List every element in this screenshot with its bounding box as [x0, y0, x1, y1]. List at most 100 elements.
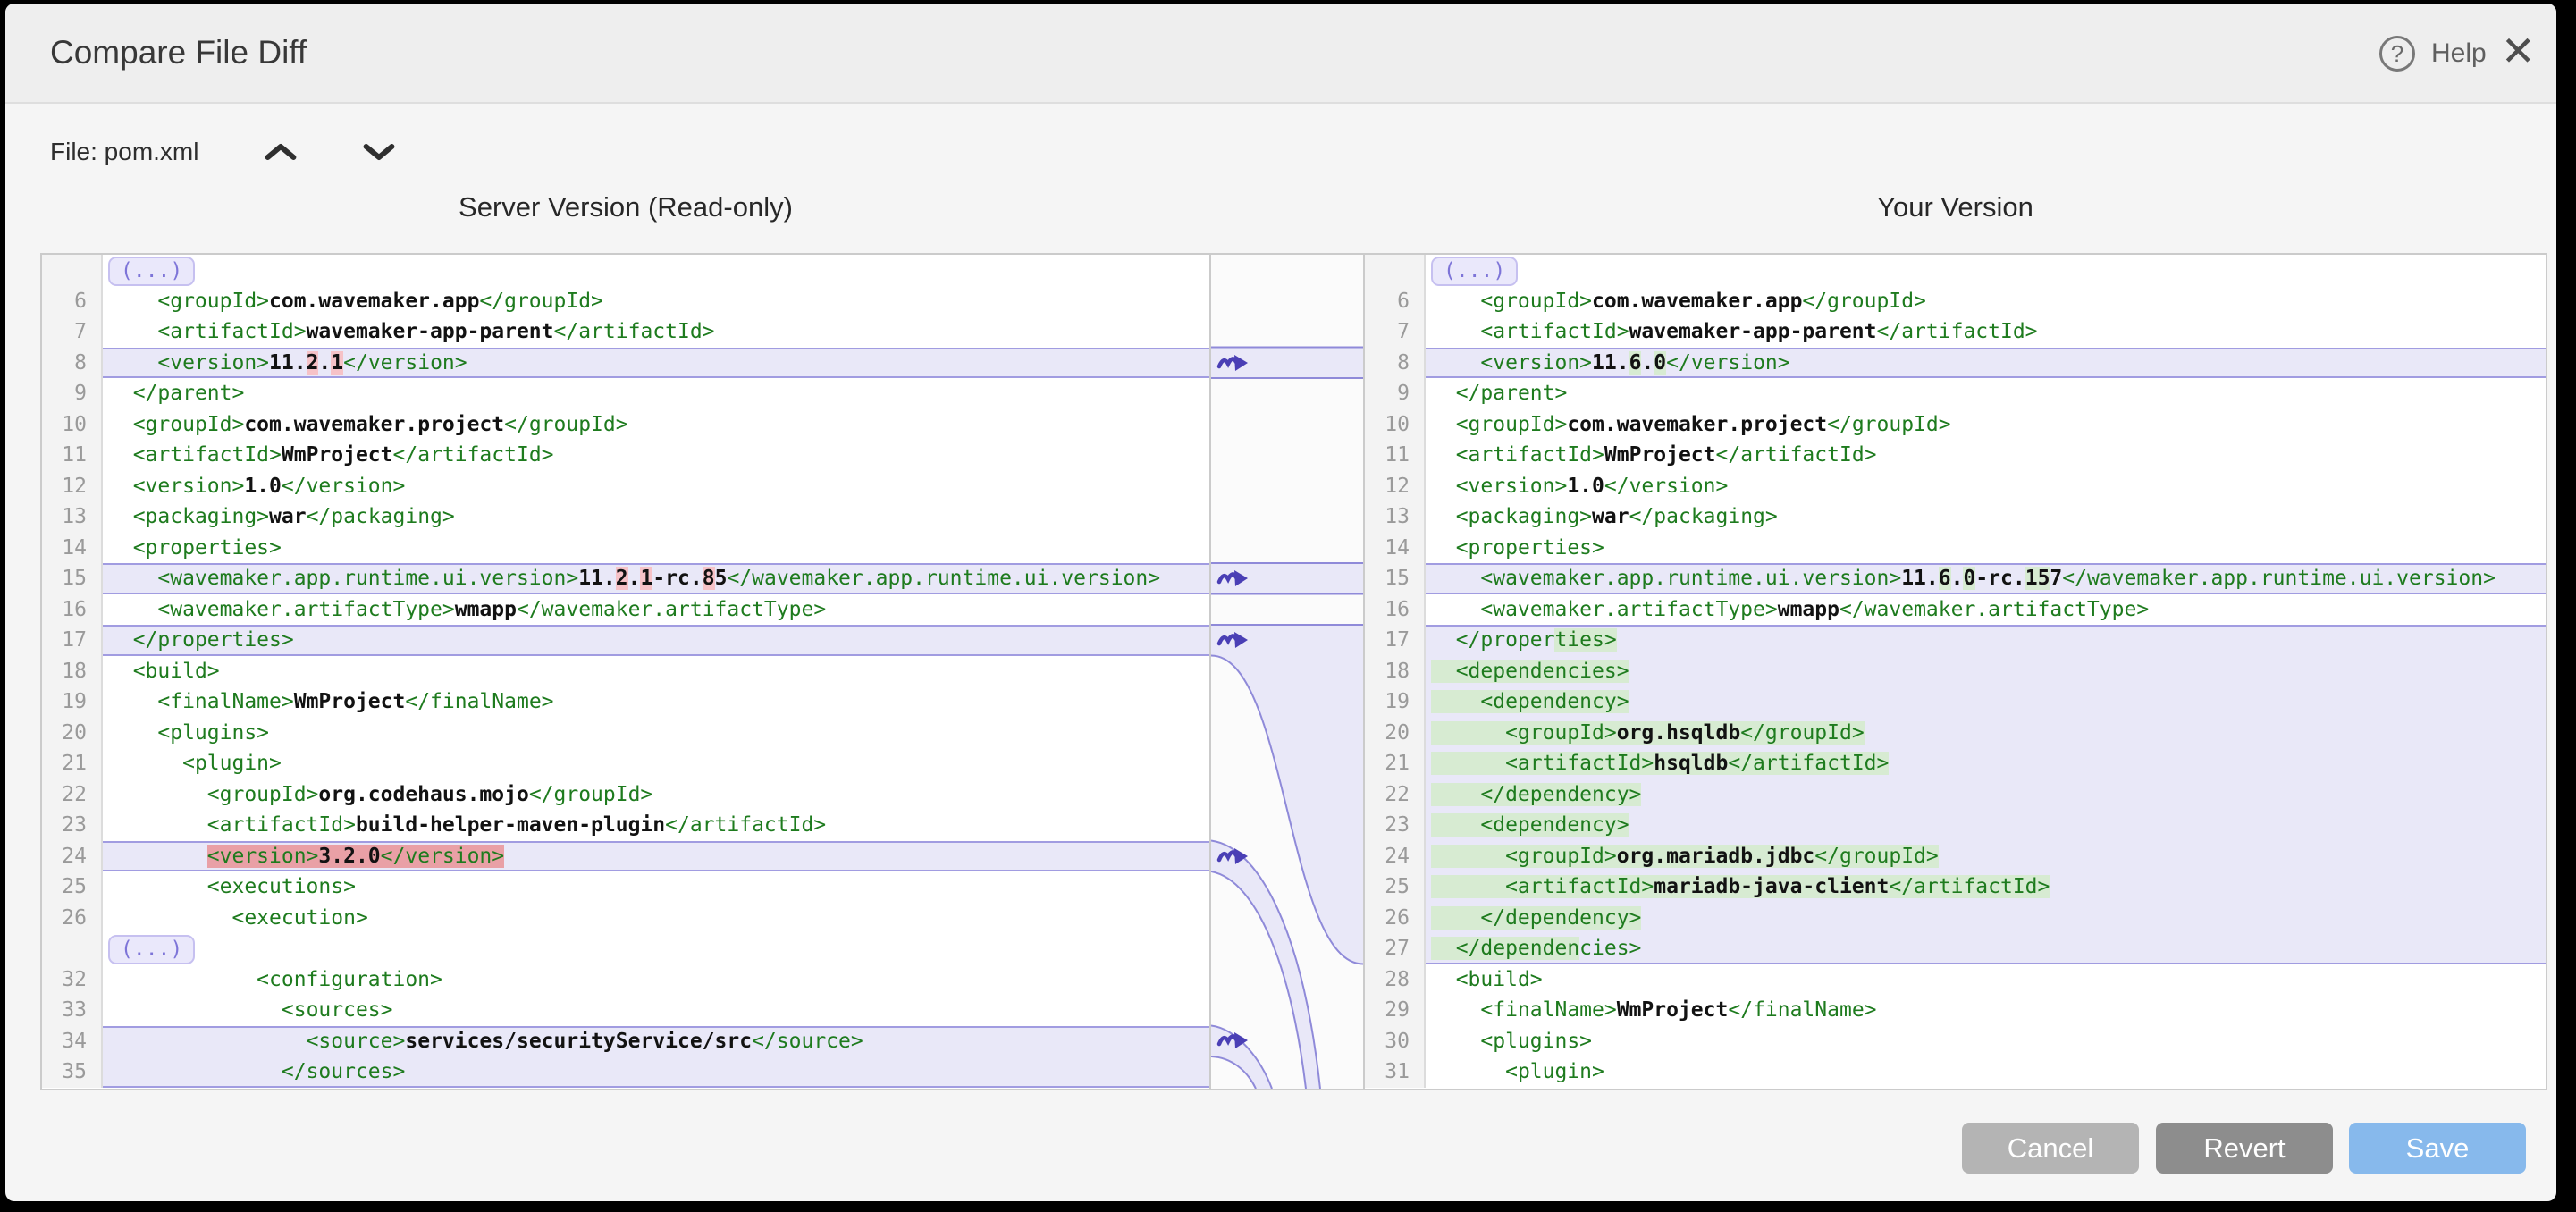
code-line: 9 </parent>: [1365, 378, 2546, 409]
line-number: 29: [1365, 995, 1426, 1026]
line-number: 26: [42, 903, 103, 934]
line-number: 11: [42, 440, 103, 471]
help-button[interactable]: ? Help: [2379, 36, 2487, 72]
line-number: 19: [1365, 686, 1426, 718]
code-line: 18 <build>: [42, 656, 1209, 687]
code-line: 30 <plugins>: [1365, 1026, 2546, 1057]
line-number: 21: [1365, 748, 1426, 779]
code-line: 27 </dependencies>: [1365, 933, 2546, 964]
code-line: 35 </sources>: [42, 1056, 1209, 1088]
line-number: 7: [42, 316, 103, 348]
line-number: 27: [1365, 933, 1426, 964]
collapsed-region-marker[interactable]: (...): [1431, 257, 1518, 286]
code-line: 16 <wavemaker.artifactType>wmapp</wavema…: [42, 594, 1209, 626]
chevron-down-icon: [363, 141, 395, 163]
code-line: 28 <build>: [1365, 964, 2546, 996]
code-line: 20 <groupId>org.hsqldb</groupId>: [1365, 718, 2546, 749]
line-number: 28: [1365, 964, 1426, 996]
code-line: 15 <wavemaker.app.runtime.ui.version>11.…: [42, 563, 1209, 594]
code-line: 25 <executions>: [42, 871, 1209, 903]
line-number: 35: [42, 1056, 103, 1088]
line-number: 12: [42, 471, 103, 502]
code-line: 29 <finalName>WmProject</finalName>: [1365, 995, 2546, 1026]
line-number: 11: [1365, 440, 1426, 471]
dialog-header: Compare File Diff ? Help ✕: [5, 4, 2556, 104]
your-version-pane[interactable]: (...)6 <groupId>com.wavemaker.app</group…: [1363, 253, 2547, 1090]
line-number: 17: [42, 625, 103, 656]
code-line: 7 <artifactId>wavemaker-app-parent</arti…: [1365, 316, 2546, 348]
line-number: 21: [42, 748, 103, 779]
line-number: 20: [1365, 718, 1426, 749]
line-number: 20: [42, 718, 103, 749]
line-number: 9: [42, 378, 103, 409]
line-number: [1365, 255, 1426, 286]
code-line: 12 <version>1.0</version>: [1365, 471, 2546, 502]
line-number: 34: [42, 1026, 103, 1057]
previous-file-button[interactable]: [265, 141, 297, 163]
code-line: 25 <artifactId>mariadb-java-client</arti…: [1365, 871, 2546, 903]
line-number: 23: [1365, 810, 1426, 841]
help-label: Help: [2431, 38, 2487, 69]
line-number: 6: [1365, 286, 1426, 317]
code-line: 19 <finalName>WmProject</finalName>: [42, 686, 1209, 718]
code-line: 14 <properties>: [42, 533, 1209, 564]
file-name-label: File: pom.xml: [50, 138, 198, 166]
line-number: 33: [42, 995, 103, 1026]
line-number: 22: [42, 779, 103, 811]
code-line: (...): [42, 933, 1209, 964]
line-number: 16: [42, 594, 103, 626]
code-line: 11 <artifactId>WmProject</artifactId>: [42, 440, 1209, 471]
line-number: 14: [1365, 533, 1426, 564]
help-icon: ?: [2379, 36, 2415, 72]
code-line: 33 <sources>: [42, 995, 1209, 1026]
line-number: 13: [42, 501, 103, 533]
line-number: 16: [1365, 594, 1426, 626]
line-number: 10: [42, 409, 103, 441]
dialog-title: Compare File Diff: [50, 34, 307, 72]
line-number: 10: [1365, 409, 1426, 441]
line-number: 25: [1365, 871, 1426, 903]
code-line: 7 <artifactId>wavemaker-app-parent</arti…: [42, 316, 1209, 348]
line-number: 8: [42, 348, 103, 379]
line-number: 15: [1365, 563, 1426, 594]
cancel-button[interactable]: Cancel: [1962, 1123, 2139, 1174]
server-version-pane: (...)6 <groupId>com.wavemaker.app</group…: [40, 253, 1211, 1090]
code-line: (...): [42, 255, 1209, 286]
code-line: 22 </dependency>: [1365, 779, 2546, 811]
compare-file-diff-dialog: Compare File Diff ? Help ✕ File: pom.xml…: [5, 4, 2556, 1201]
line-number: 32: [42, 964, 103, 996]
line-number: [42, 255, 103, 286]
line-number: [42, 933, 103, 964]
line-number: 31: [1365, 1056, 1426, 1088]
line-number: 14: [42, 533, 103, 564]
line-number: 17: [1365, 625, 1426, 656]
revert-button[interactable]: Revert: [2156, 1123, 2333, 1174]
line-number: 25: [42, 871, 103, 903]
file-nav: File: pom.xml: [50, 134, 395, 170]
save-button[interactable]: Save: [2349, 1123, 2526, 1174]
next-file-button[interactable]: [363, 141, 395, 163]
collapsed-region-marker[interactable]: (...): [108, 257, 195, 286]
collapsed-region-marker[interactable]: (...): [108, 935, 195, 964]
chevron-up-icon: [265, 141, 297, 163]
merge-gutter: [1211, 253, 1363, 1090]
code-line: 32 <configuration>: [42, 964, 1209, 996]
diff-connector: [1211, 563, 1363, 594]
line-number: 26: [1365, 903, 1426, 934]
line-number: 18: [42, 656, 103, 687]
line-number: 22: [1365, 779, 1426, 811]
code-line: (...): [1365, 255, 2546, 286]
code-line: 18 <dependencies>: [1365, 656, 2546, 687]
code-line: 24 <version>3.2.0</version>: [42, 841, 1209, 872]
code-line: 12 <version>1.0</version>: [42, 471, 1209, 502]
code-line: 15 <wavemaker.app.runtime.ui.version>11.…: [1365, 563, 2546, 594]
code-line: 22 <groupId>org.codehaus.mojo</groupId>: [42, 779, 1209, 811]
line-number: 15: [42, 563, 103, 594]
close-icon[interactable]: ✕: [2501, 30, 2536, 72]
code-line: 26 <execution>: [42, 903, 1209, 934]
code-line: 6 <groupId>com.wavemaker.app</groupId>: [1365, 286, 2546, 317]
code-line: 24 <groupId>org.mariadb.jdbc</groupId>: [1365, 841, 2546, 872]
code-line: 14 <properties>: [1365, 533, 2546, 564]
code-line: 26 </dependency>: [1365, 903, 2546, 934]
line-number: 12: [1365, 471, 1426, 502]
